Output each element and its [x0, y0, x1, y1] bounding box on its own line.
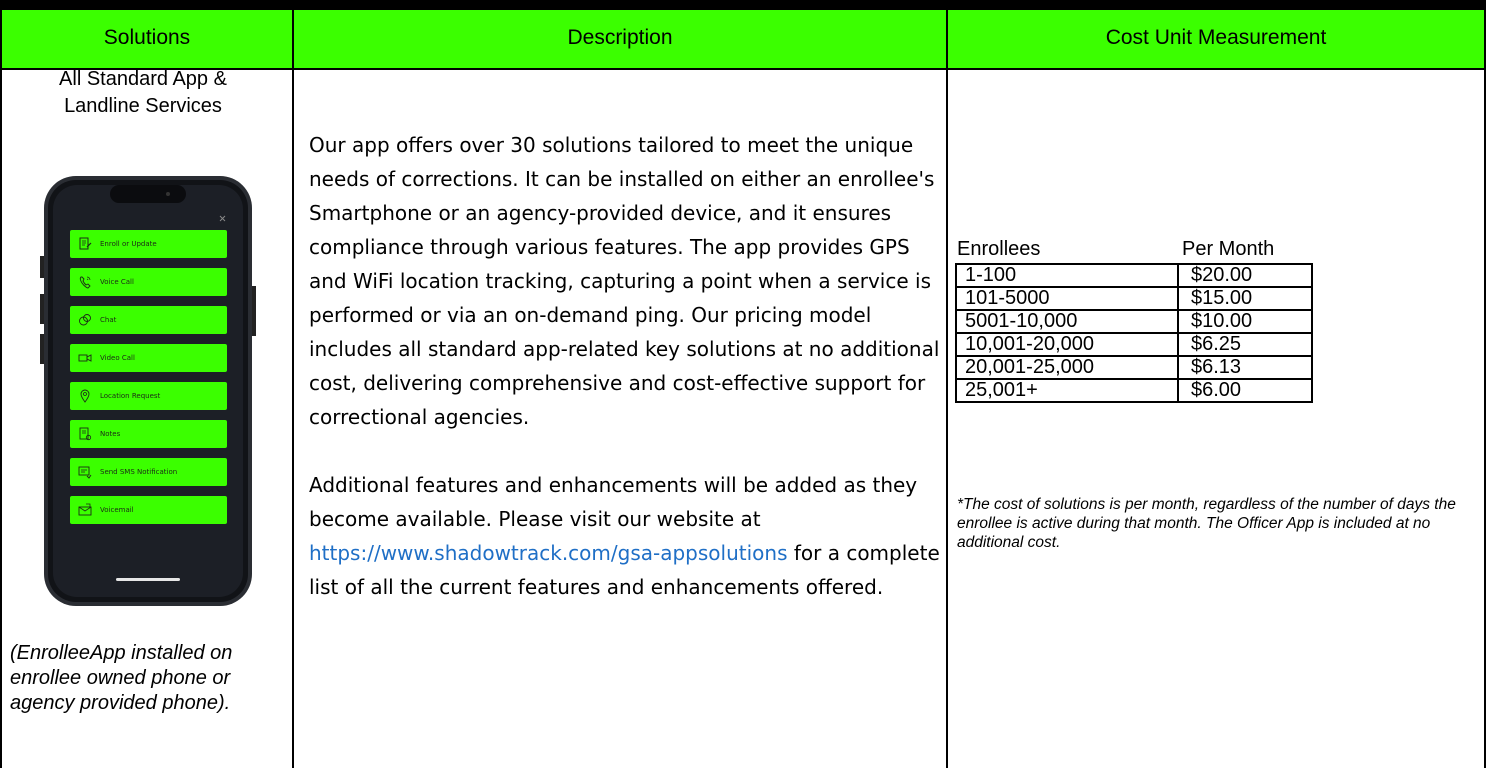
video-icon [78, 354, 92, 362]
header-cost: Cost Unit Measurement [948, 8, 1484, 68]
column-divider-1 [292, 8, 294, 768]
phone-menu-notes: Notes [70, 420, 227, 448]
phone-menu-notes-label: Notes [100, 430, 121, 438]
phone-menu-voicemail-label: Voicemail [100, 506, 134, 514]
phone-menu-voice-call: Voice Call [70, 268, 227, 296]
enrollee-range: 25,001+ [955, 378, 1179, 403]
enrollee-range: 10,001-20,000 [955, 332, 1179, 357]
description-p2-start: Additional features and enhancements wil… [309, 473, 918, 531]
table-top-line [0, 8, 1486, 10]
phone-mockup: Enroll or Update Voice Call Chat Video C… [40, 176, 256, 606]
header-description: Description [294, 8, 946, 68]
phone-menu-sms: Send SMS Notification [70, 458, 227, 486]
table-row: 101-5000 $15.00 [955, 286, 1313, 311]
table-left-line [0, 8, 2, 768]
cost-footnote: *The cost of solutions is per month, reg… [957, 496, 1456, 551]
solution-title-line1: All Standard App & [59, 68, 227, 90]
table-row: 20,001-25,000 $6.13 [955, 355, 1313, 380]
phone-menu-voice-call-label: Voice Call [100, 278, 134, 286]
header-solutions: Solutions [2, 8, 292, 68]
description-text: Our app offers over 30 solutions tailore… [309, 128, 944, 604]
enroll-icon [79, 237, 92, 250]
phone-menu-location-label: Location Request [100, 392, 161, 400]
price-per-month: $6.25 [1177, 332, 1313, 357]
phone-menu-video-call-label: Video Call [100, 354, 135, 362]
enrollee-range: 20,001-25,000 [955, 355, 1179, 380]
price-per-month: $15.00 [1177, 286, 1313, 311]
table-row: 1-100 $20.00 [955, 263, 1313, 288]
cost-col-per-month: Per Month [1182, 238, 1275, 260]
pricing-table: 1-100 $20.00 101-5000 $15.00 5001-10,000 $1… [955, 263, 1313, 403]
price-per-month: $6.13 [1177, 355, 1313, 380]
table-row: 25,001+ $6.00 [955, 378, 1313, 403]
price-per-month: $6.00 [1177, 378, 1313, 403]
column-divider-2 [946, 8, 948, 768]
price-per-month: $10.00 [1177, 309, 1313, 334]
solution-title-line2: Landline Services [64, 95, 222, 117]
phone-menu-enroll-label: Enroll or Update [100, 240, 157, 248]
description-paragraph-1: Our app offers over 30 solutions tailore… [309, 133, 940, 429]
cost-col-enrollees: Enrollees [957, 238, 1041, 260]
description-paragraph-2: Additional features and enhancements wil… [309, 468, 944, 604]
price-per-month: $20.00 [1177, 263, 1313, 288]
location-icon [80, 389, 90, 403]
header-cost-label: Cost Unit Measurement [1105, 26, 1327, 49]
phone-menu-video-call: Video Call [70, 344, 227, 372]
phone-menu-sms-label: Send SMS Notification [100, 468, 178, 476]
phone-menu-voicemail: Voicemail [70, 496, 227, 524]
website-link[interactable]: https://www.shadowtrack.com/gsa-appsolut… [309, 541, 788, 565]
table-row: 10,001-20,000 $6.25 [955, 332, 1313, 357]
solution-note: (EnrolleeApp installed on enrollee owned… [10, 642, 233, 714]
phone-menu-enroll: Enroll or Update [70, 230, 227, 258]
header-solutions-label: Solutions [103, 26, 191, 49]
header-description-label: Description [567, 26, 673, 49]
solutions-table: Solutions Description Cost Unit Measurem… [0, 8, 1486, 768]
chat-icon [79, 314, 91, 326]
phone-menu-chat: Chat [70, 306, 227, 334]
phone-icon [79, 276, 91, 289]
enrollee-range: 5001-10,000 [955, 309, 1179, 334]
notes-icon [79, 427, 92, 441]
solution-title: All Standard App & Landline Services [10, 66, 276, 120]
sms-icon [78, 466, 92, 479]
top-border [0, 0, 1486, 8]
phone-menu-chat-label: Chat [100, 316, 117, 324]
table-row: 5001-10,000 $10.00 [955, 309, 1313, 334]
voicemail-icon [78, 503, 92, 516]
enrollee-range: 101-5000 [955, 286, 1179, 311]
phone-menu-location: Location Request [70, 382, 227, 410]
enrollee-range: 1-100 [955, 263, 1179, 288]
